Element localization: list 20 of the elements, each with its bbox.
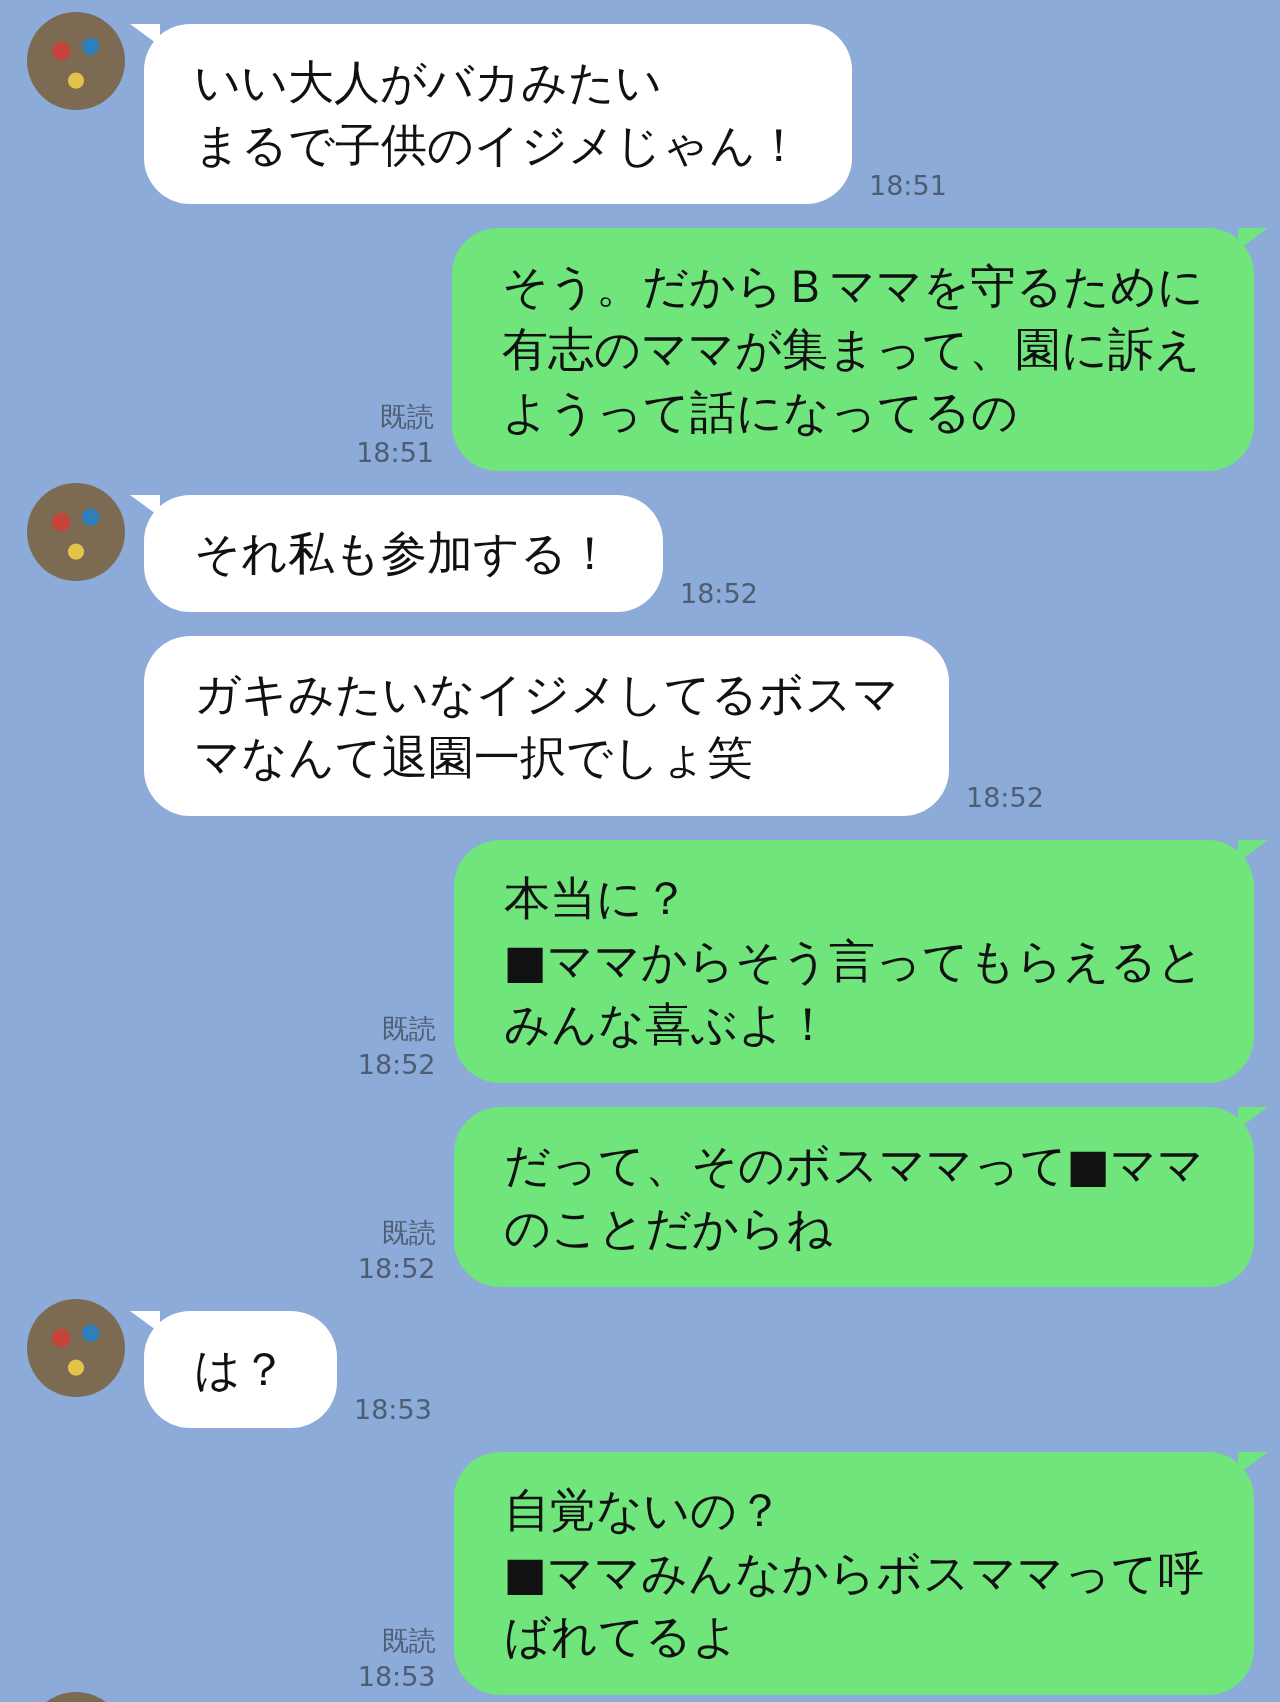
- message-bubble: それ私も参加する！: [144, 495, 663, 613]
- timestamp: 18:51: [869, 169, 947, 204]
- message-bubble: 本当に？ ■ママからそう言ってもらえると みんな喜ぶよ！: [453, 840, 1254, 1084]
- timestamp: 18:53: [354, 1393, 432, 1428]
- read-receipt: 既読: [380, 400, 434, 435]
- message-bubble: は？: [144, 1311, 337, 1429]
- read-receipt: 既読: [381, 1012, 436, 1047]
- timestamp: 18:52: [680, 577, 758, 612]
- read-receipt: 既読: [381, 1216, 436, 1251]
- timestamp: 18:51: [356, 436, 434, 471]
- timestamp: 18:53: [357, 1660, 436, 1695]
- read-receipt: 既読: [381, 1624, 436, 1659]
- timestamp: 18:52: [357, 1048, 436, 1083]
- message-bubble: 自覚ないの？ ■ママみんなからボスママって呼 ばれてるよ: [453, 1452, 1254, 1696]
- message-bubble: いい大人がバカみたい まるで子供のイジメじゃん！: [144, 24, 852, 205]
- message-bubble: そう。だからＢママを守るために 有志のママが集まって、園に訴え ようって話になってるの: [452, 228, 1254, 472]
- message-bubble: ガキみたいなイジメしてるボスマ マなんて退園一択でしょ笑: [144, 636, 949, 817]
- timestamp: 18:52: [966, 781, 1044, 816]
- timestamp: 18:52: [357, 1252, 436, 1287]
- message-bubble: だって、そのボスママって■ママ のことだからね: [453, 1107, 1254, 1288]
